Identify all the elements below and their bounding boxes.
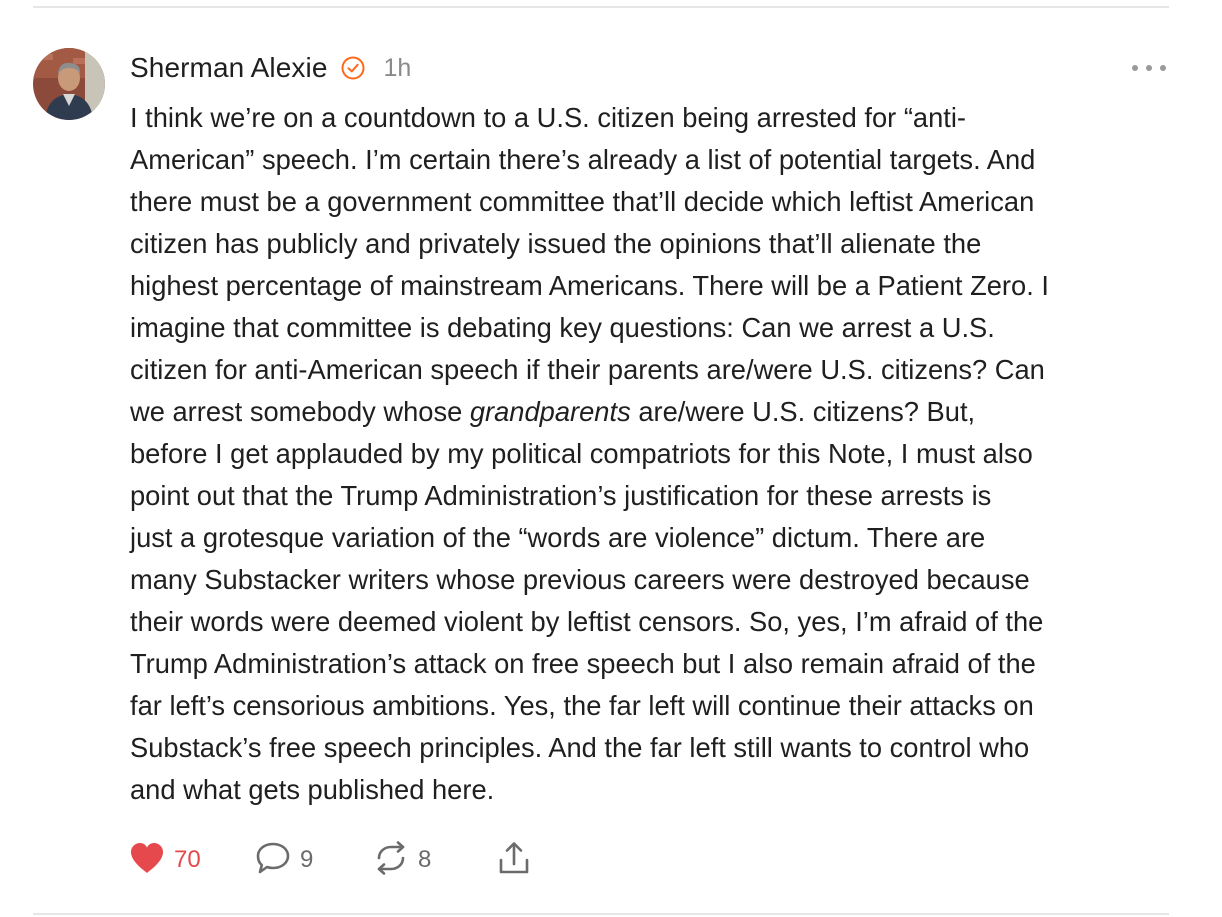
- restack-icon: [372, 840, 410, 881]
- body-line: imagine that committee is debating key q…: [130, 312, 995, 343]
- bottom-divider: [33, 913, 1169, 915]
- body-line: Trump Administration’s attack on free sp…: [130, 648, 1036, 679]
- restack-count: 8: [418, 846, 432, 873]
- verified-badge-icon: [340, 55, 366, 81]
- like-count: 70: [174, 846, 201, 873]
- more-dots-icon[interactable]: [1132, 56, 1166, 80]
- note-body: I think we’re on a countdown to a U.S. c…: [130, 97, 1180, 811]
- comment-bubble-icon: [254, 840, 292, 881]
- body-line: and what gets published here.: [130, 774, 495, 805]
- timestamp[interactable]: 1h: [384, 54, 412, 83]
- body-line: citizen has publicly and privately issue…: [130, 228, 982, 259]
- body-line: before I get applauded by my political c…: [130, 438, 1033, 469]
- share-button[interactable]: [496, 840, 532, 881]
- body-line: point out that the Trump Administration’…: [130, 480, 992, 511]
- body-line: are/were U.S. citizens? But,: [630, 396, 976, 427]
- body-line: far left’s censorious ambitions. Yes, th…: [130, 690, 1034, 721]
- body-line: there must be a government committee tha…: [130, 186, 1035, 217]
- body-line: I think we’re on a countdown to a U.S. c…: [130, 102, 967, 133]
- avatar[interactable]: [33, 48, 105, 120]
- restack-button[interactable]: 8: [372, 840, 496, 881]
- share-icon: [496, 840, 532, 881]
- note-card: Sherman Alexie 1h I think we’re on a cou…: [0, 0, 1222, 917]
- body-line: just a grotesque variation of the “words…: [130, 522, 986, 553]
- body-line: we arrest somebody whose: [130, 396, 470, 427]
- body-line: highest percentage of mainstream America…: [130, 270, 1049, 301]
- body-line: American” speech. I’m certain there’s al…: [130, 144, 1036, 175]
- body-line: their words were deemed violent by lefti…: [130, 606, 1044, 637]
- like-button[interactable]: 70: [128, 841, 218, 880]
- heart-icon: [128, 841, 166, 880]
- author-name[interactable]: Sherman Alexie: [130, 52, 328, 84]
- body-italic: grandparents: [469, 396, 631, 427]
- note-header: Sherman Alexie 1h: [130, 48, 411, 88]
- action-bar: 70 9 8: [128, 838, 532, 882]
- body-line: Substack’s free speech principles. And t…: [130, 732, 1030, 763]
- body-line: many Substacker writers whose previous c…: [130, 564, 1030, 595]
- comment-count: 9: [300, 846, 314, 873]
- comment-button[interactable]: 9: [254, 840, 372, 881]
- body-line: citizen for anti-American speech if thei…: [130, 354, 1045, 385]
